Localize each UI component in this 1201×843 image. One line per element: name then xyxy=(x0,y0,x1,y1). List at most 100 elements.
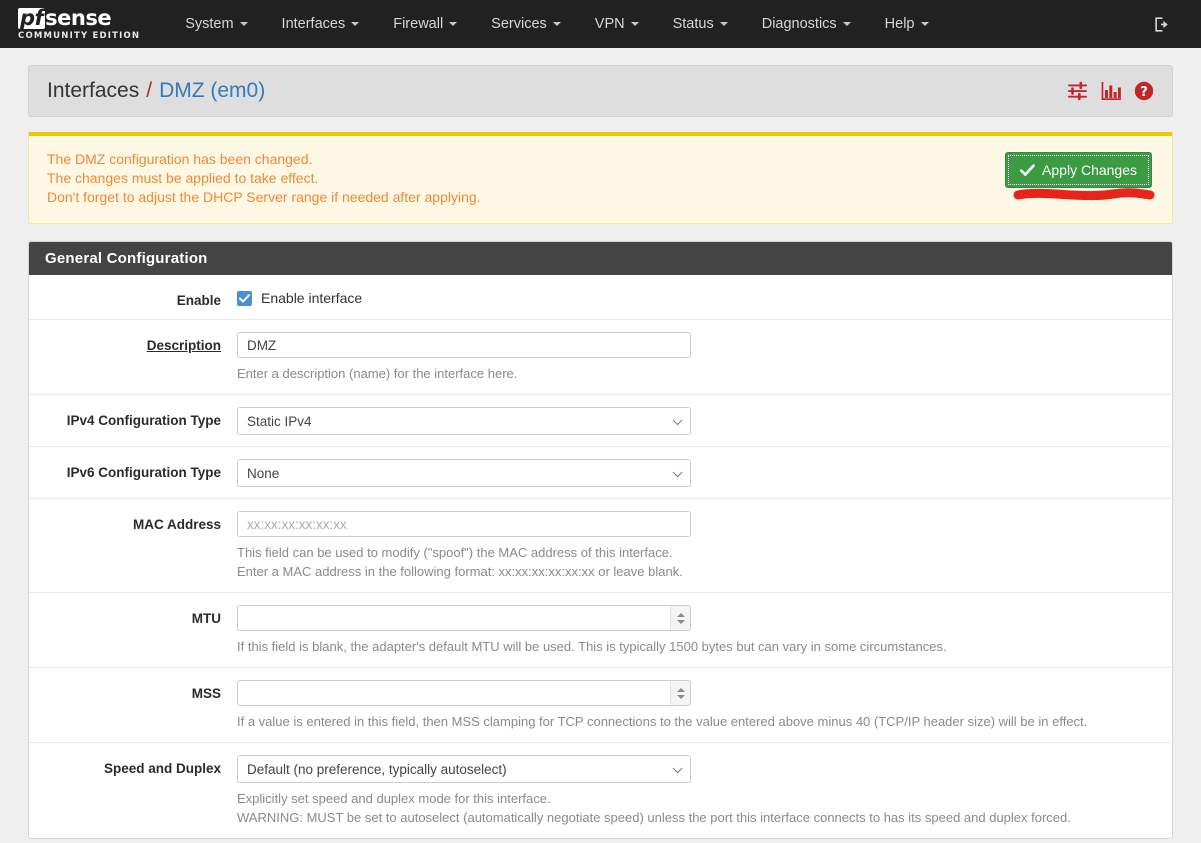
breadcrumb-separator: / xyxy=(146,79,153,102)
mtu-number-wrap xyxy=(237,605,691,631)
form-row-ipv6-type: IPv6 Configuration Type None xyxy=(29,447,1172,499)
ipv4-type-select[interactable]: Static IPv4 xyxy=(237,407,691,435)
label-ipv4-type: IPv4 Configuration Type xyxy=(66,413,221,428)
apply-changes-label: Apply Changes xyxy=(1042,162,1137,178)
mss-input[interactable] xyxy=(237,680,691,706)
help-circle-icon[interactable]: ? xyxy=(1134,81,1154,101)
nav-label: VPN xyxy=(594,16,625,32)
check-icon xyxy=(1020,163,1035,176)
speed-duplex-select[interactable]: Default (no preference, typically autose… xyxy=(237,755,691,783)
help-mtu: If this field is blank, the adapter's de… xyxy=(237,639,947,654)
mtu-input[interactable] xyxy=(237,605,691,631)
nav-item-firewall[interactable]: Firewall xyxy=(376,0,474,48)
chevron-down-icon xyxy=(630,22,639,26)
alert-line-3: Don't forget to adjust the DHCP Server r… xyxy=(47,189,481,205)
ipv6-type-select[interactable]: None xyxy=(237,459,691,487)
panel-title-general: General Configuration xyxy=(29,242,1172,275)
check-icon xyxy=(239,293,250,303)
field-enable: Enable interface xyxy=(237,287,1172,308)
field-description: Enter a description (name) for the inter… xyxy=(237,332,1172,383)
general-configuration-body: Enable Enable interface Description DMZ … xyxy=(29,275,1172,838)
description-input[interactable] xyxy=(237,332,691,358)
page-container: Interfaces / DMZ (em0) ? The DMZ configu… xyxy=(0,65,1201,843)
chevron-down-icon xyxy=(842,22,851,26)
nav-item-vpn[interactable]: VPN xyxy=(578,0,656,48)
help-speed-duplex-1: Explicitly set speed and duplex mode for… xyxy=(237,791,551,806)
form-row-ipv4-type: IPv4 Configuration Type Static IPv4 xyxy=(29,395,1172,447)
nav-item-services[interactable]: Services xyxy=(474,0,578,48)
field-ipv6-type: None xyxy=(237,459,1172,487)
brand-wordmark: pfsense xyxy=(18,5,140,30)
help-mss: If a value is entered in this field, the… xyxy=(237,714,1088,729)
mss-number-wrap xyxy=(237,680,691,706)
brand-prefix: pf xyxy=(18,5,46,30)
top-navbar: pfsense COMMUNITY EDITION System Interfa… xyxy=(0,0,1201,48)
enable-interface-checkbox[interactable] xyxy=(237,290,252,306)
mss-stepper[interactable] xyxy=(670,681,690,705)
enable-interface-label[interactable]: Enable interface xyxy=(261,290,362,306)
sign-out-icon[interactable] xyxy=(1152,15,1171,34)
label-speed-duplex: Speed and Duplex xyxy=(103,761,221,776)
breadcrumb: Interfaces / DMZ (em0) xyxy=(47,79,265,103)
nav-item-help[interactable]: Help xyxy=(868,0,946,48)
config-changed-alert: The DMZ configuration has been changed. … xyxy=(28,132,1173,224)
form-row-speed-duplex: Speed and Duplex Default (no preference,… xyxy=(29,743,1172,838)
caret-down-icon[interactable] xyxy=(676,694,685,699)
label-mss: MSS xyxy=(191,686,221,701)
label-description: Description xyxy=(146,338,221,353)
sliders-icon[interactable] xyxy=(1067,81,1089,101)
help-speed-duplex-2: WARNING: MUST be set to autoselect (auto… xyxy=(237,810,1071,825)
svg-text:?: ? xyxy=(1140,85,1148,100)
chevron-down-icon xyxy=(920,22,929,26)
nav-label: Help xyxy=(884,16,915,32)
nav-label: Firewall xyxy=(393,16,444,32)
caret-up-icon[interactable] xyxy=(676,612,685,617)
nav-item-diagnostics[interactable]: Diagnostics xyxy=(745,0,868,48)
field-mss: If a value is entered in this field, the… xyxy=(237,680,1172,731)
bar-chart-icon[interactable] xyxy=(1101,81,1122,101)
nav-item-interfaces[interactable]: Interfaces xyxy=(265,0,377,48)
label-enable: Enable xyxy=(176,293,221,308)
chevron-down-icon xyxy=(449,22,458,26)
field-ipv4-type: Static IPv4 xyxy=(237,407,1172,435)
form-row-mac-address: MAC Address This field can be used to mo… xyxy=(29,499,1172,593)
form-row-description: Description Enter a description (name) f… xyxy=(29,320,1172,395)
breadcrumb-current[interactable]: DMZ (em0) xyxy=(159,79,265,103)
nav-item-system[interactable]: System xyxy=(168,0,264,48)
caret-down-icon[interactable] xyxy=(676,619,685,624)
nav-item-status[interactable]: Status xyxy=(656,0,745,48)
alert-line-2: The changes must be applied to take effe… xyxy=(47,170,319,186)
field-mac-address: This field can be used to modify ("spoof… xyxy=(237,511,1172,581)
mac-address-input[interactable] xyxy=(237,511,691,537)
form-row-enable: Enable Enable interface xyxy=(29,275,1172,320)
page-header-icons: ? xyxy=(1067,81,1154,101)
help-mac-address-1: This field can be used to modify ("spoof… xyxy=(237,545,673,560)
breadcrumb-root[interactable]: Interfaces xyxy=(47,79,139,103)
nav-label: System xyxy=(185,16,234,32)
mtu-stepper[interactable] xyxy=(670,606,690,630)
ipv6-type-select-wrap: None xyxy=(237,459,691,487)
apply-changes-button[interactable]: Apply Changes xyxy=(1005,152,1152,188)
form-row-mtu: MTU If this field is blank, the adapter'… xyxy=(29,593,1172,668)
brand-subtitle: COMMUNITY EDITION xyxy=(18,30,141,41)
page-header: Interfaces / DMZ (em0) ? xyxy=(28,65,1173,117)
nav-label: Services xyxy=(491,16,547,32)
nav-menu: System Interfaces Firewall Services VPN … xyxy=(168,0,945,48)
nav-label: Status xyxy=(672,16,714,32)
form-row-mss: MSS If a value is entered in this field,… xyxy=(29,668,1172,743)
caret-up-icon[interactable] xyxy=(676,687,685,692)
enable-checkbox-row[interactable]: Enable interface xyxy=(237,287,1156,306)
label-ipv6-type: IPv6 Configuration Type xyxy=(66,465,221,480)
nav-label: Diagnostics xyxy=(761,16,837,32)
pfsense-logo[interactable]: pfsense COMMUNITY EDITION xyxy=(18,5,141,41)
label-mac-address: MAC Address xyxy=(132,517,221,532)
alert-line-1: The DMZ configuration has been changed. xyxy=(47,151,313,167)
chevron-down-icon xyxy=(552,22,561,26)
field-mtu: If this field is blank, the adapter's de… xyxy=(237,605,1172,656)
field-speed-duplex: Default (no preference, typically autose… xyxy=(237,755,1172,827)
label-mtu: MTU xyxy=(191,611,221,626)
speed-duplex-select-wrap: Default (no preference, typically autose… xyxy=(237,755,691,783)
nav-label: Interfaces xyxy=(281,16,346,32)
help-mac-address-2: Enter a MAC address in the following for… xyxy=(237,564,683,579)
help-description: Enter a description (name) for the inter… xyxy=(237,366,518,381)
